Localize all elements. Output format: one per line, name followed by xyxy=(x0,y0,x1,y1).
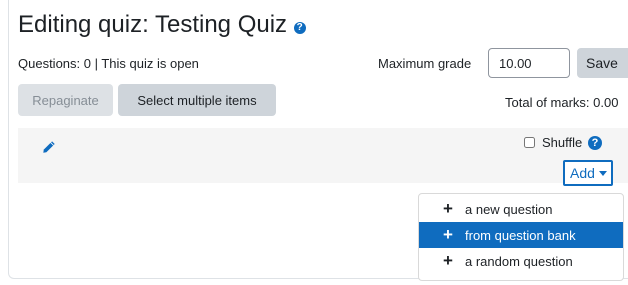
plus-icon: + xyxy=(443,199,453,218)
quiz-section xyxy=(18,128,628,183)
menu-item-label: a random question xyxy=(465,254,573,269)
menu-item-new-question[interactable]: + a new question xyxy=(419,196,623,222)
total-of-marks: Total of marks: 0.00 xyxy=(505,95,619,110)
maximum-grade-input[interactable] xyxy=(488,48,570,78)
menu-item-label: a new question xyxy=(465,202,553,217)
select-multiple-items-button[interactable]: Select multiple items xyxy=(118,84,276,116)
plus-icon: + xyxy=(443,251,453,270)
add-label: Add xyxy=(570,165,595,181)
add-dropdown-button[interactable]: Add xyxy=(563,160,613,186)
caret-down-icon xyxy=(598,171,607,176)
add-dropdown-menu: + a new question + from question bank + a r… xyxy=(418,193,624,281)
page-title: Editing quiz: Testing Quiz ? xyxy=(18,11,306,39)
quiz-status-text: Questions: 0 | This quiz is open xyxy=(18,56,199,71)
menu-item-from-question-bank[interactable]: + from question bank xyxy=(419,222,623,248)
pencil-icon[interactable] xyxy=(42,140,56,154)
save-button[interactable]: Save xyxy=(577,48,628,78)
page-title-text: Editing quiz: Testing Quiz xyxy=(18,11,288,38)
question-circle-icon[interactable]: ? xyxy=(588,136,602,150)
question-circle-icon[interactable]: ? xyxy=(293,22,306,34)
shuffle-label: Shuffle xyxy=(542,135,583,150)
repaginate-button[interactable]: Repaginate xyxy=(18,84,113,116)
shuffle-checkbox[interactable] xyxy=(524,137,535,148)
menu-item-label: from question bank xyxy=(465,228,576,243)
plus-icon: + xyxy=(443,225,453,244)
menu-item-random-question[interactable]: + a random question xyxy=(419,248,623,274)
maximum-grade-label: Maximum grade xyxy=(378,56,472,71)
